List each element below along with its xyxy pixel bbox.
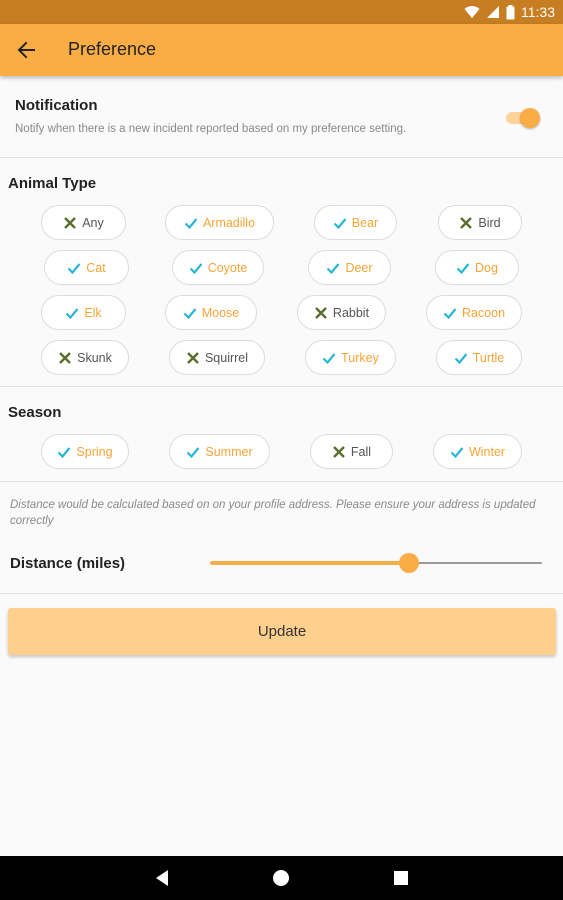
triangle-back-icon <box>156 870 168 886</box>
chip-cat[interactable]: Cat <box>44 250 129 285</box>
chip-squirrel[interactable]: Squirrel <box>169 340 265 375</box>
check-icon <box>322 351 336 365</box>
update-button[interactable]: Update <box>8 608 556 655</box>
distance-label: Distance (miles) <box>10 555 126 572</box>
check-icon <box>333 216 347 230</box>
chip-rabbit[interactable]: Rabbit <box>297 295 386 330</box>
chip-label: Summer <box>205 444 253 459</box>
chip-label: Winter <box>468 444 506 459</box>
check-icon <box>186 445 200 459</box>
chip-bear[interactable]: Bear <box>314 205 397 240</box>
chip-label: Skunk <box>77 350 112 365</box>
divider <box>0 593 563 594</box>
chip-label: Bear <box>351 215 379 230</box>
chip-any[interactable]: Any <box>41 205 126 240</box>
chip-label: Racoon <box>461 305 506 320</box>
check-icon <box>57 445 71 459</box>
page-title: Preference <box>68 39 157 59</box>
wifi-icon <box>464 6 480 19</box>
chip-label: Any <box>82 215 104 230</box>
chip-label: Moose <box>201 305 240 320</box>
check-icon <box>450 445 464 459</box>
divider <box>0 481 563 482</box>
check-icon <box>65 306 79 320</box>
check-icon <box>326 261 340 275</box>
chip-label: Fall <box>350 444 372 459</box>
chip-armadillo[interactable]: Armadillo <box>165 205 274 240</box>
toggle-thumb <box>520 108 540 128</box>
chip-turkey[interactable]: Turkey <box>305 340 396 375</box>
season-title: Season <box>8 404 62 421</box>
cross-icon <box>459 216 473 230</box>
check-icon <box>454 351 468 365</box>
status-bar: 11:33 <box>0 0 563 24</box>
notification-toggle[interactable] <box>504 107 540 128</box>
chip-bird[interactable]: Bird <box>438 205 522 240</box>
check-icon <box>189 261 203 275</box>
chip-label: Squirrel <box>204 350 249 365</box>
arrow-left-icon <box>17 41 35 59</box>
chip-label: Dog <box>475 260 498 275</box>
animal-type-title: Animal Type <box>8 175 97 192</box>
square-recents-icon <box>394 871 408 885</box>
chip-label: Elk <box>84 305 102 320</box>
chip-winter[interactable]: Winter <box>433 434 522 469</box>
notification-section: Notification Notify when there is a new … <box>0 76 563 158</box>
chip-deer[interactable]: Deer <box>308 250 391 285</box>
chip-elk[interactable]: Elk <box>41 295 126 330</box>
slider-thumb[interactable] <box>399 553 419 573</box>
nav-recents-button[interactable] <box>391 868 411 888</box>
chip-label: Cat <box>86 260 106 275</box>
circle-home-icon <box>273 870 289 886</box>
slider-inactive-track <box>409 562 542 564</box>
check-icon <box>443 306 457 320</box>
chip-summer[interactable]: Summer <box>169 434 270 469</box>
chip-coyote[interactable]: Coyote <box>172 250 264 285</box>
chip-label: Turtle <box>472 350 505 365</box>
chip-racoon[interactable]: Racoon <box>426 295 522 330</box>
divider <box>0 386 563 387</box>
notification-description: Notify when there is a new incident repo… <box>15 123 407 135</box>
chip-label: Rabbit <box>332 305 370 320</box>
nav-home-button[interactable] <box>271 868 291 888</box>
chip-label: Coyote <box>207 260 248 275</box>
check-icon <box>184 216 198 230</box>
chip-label: Spring <box>76 444 113 459</box>
status-icons: 11:33 <box>464 3 555 21</box>
navigation-bar <box>0 856 563 900</box>
chip-label: Bird <box>478 215 501 230</box>
distance-note: Distance would be calculated based on on… <box>10 499 536 527</box>
status-time: 11:33 <box>521 4 555 20</box>
distance-slider[interactable] <box>210 553 542 573</box>
chip-label: Deer <box>345 260 373 275</box>
cross-icon <box>314 306 328 320</box>
back-button[interactable] <box>10 34 42 66</box>
chip-label: Turkey <box>341 350 379 365</box>
notification-title: Notification <box>15 97 98 114</box>
slider-active-track <box>210 561 409 565</box>
chip-spring[interactable]: Spring <box>41 434 129 469</box>
app-bar: Preference <box>0 24 563 76</box>
battery-icon <box>506 4 515 19</box>
nav-back-button[interactable] <box>152 868 172 888</box>
cross-icon <box>63 216 77 230</box>
chip-turtle[interactable]: Turtle <box>436 340 522 375</box>
chip-skunk[interactable]: Skunk <box>41 340 129 375</box>
chip-dog[interactable]: Dog <box>435 250 519 285</box>
chip-label: Armadillo <box>202 215 256 230</box>
check-icon <box>67 261 81 275</box>
cross-icon <box>186 351 200 365</box>
check-icon <box>456 261 470 275</box>
chip-moose[interactable]: Moose <box>165 295 257 330</box>
signal-icon <box>487 6 499 18</box>
cross-icon <box>58 351 72 365</box>
check-icon <box>183 306 197 320</box>
cross-icon <box>332 445 346 459</box>
chip-fall[interactable]: Fall <box>310 434 393 469</box>
